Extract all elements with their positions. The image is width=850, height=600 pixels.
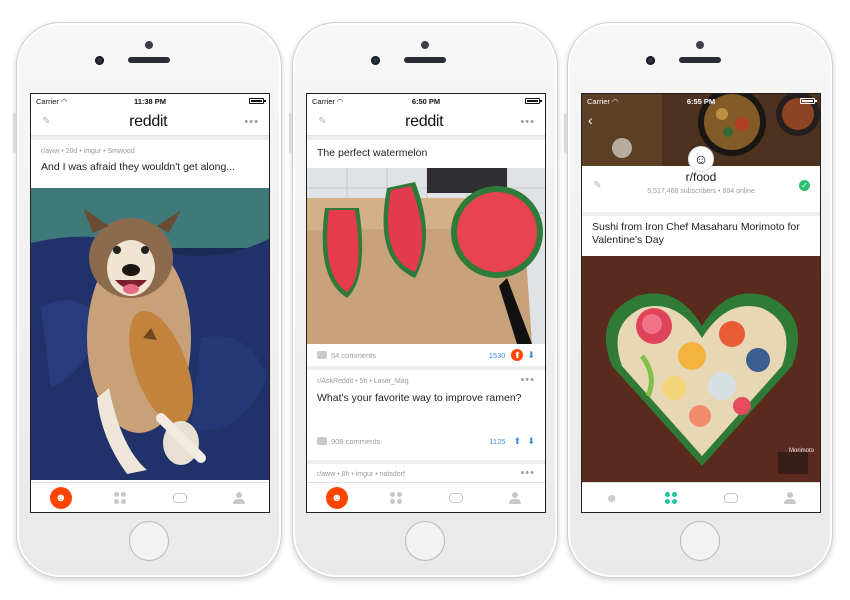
screen-2: Carrier ◠ 6:50 PM ✎ reddit ••• The perfec…	[306, 93, 546, 513]
tab-bar: ☻	[582, 482, 820, 512]
upvote-icon[interactable]: ⬆	[511, 435, 523, 447]
status-bar: Carrier ◠ 6:55 PM	[582, 94, 820, 108]
front-camera	[646, 56, 655, 65]
wifi-icon: ◠	[60, 96, 68, 106]
carrier-label: Carrier	[36, 96, 59, 106]
comment-count[interactable]: 54 comments	[331, 351, 376, 360]
front-camera	[95, 56, 104, 65]
post-title[interactable]: And I was afraid they wouldn't get along…	[31, 155, 269, 174]
downvote-icon[interactable]: ⬇	[527, 350, 535, 361]
status-bar: Carrier ◠ 6:50 PM	[307, 94, 545, 108]
post-actions: 908 comments 1125 ⬆ ⬇	[307, 430, 545, 452]
post-card[interactable]: The perfect watermelon 54 comments 1530 …	[307, 140, 545, 366]
phone-frame-3: Carrier ◠ 6:55 PM ‹ ✎ r/food 5,517,468 su…	[564, 22, 833, 578]
status-bar: Carrier ◠ 11:38 PM	[31, 94, 269, 108]
reddit-home-icon[interactable]: ☻	[49, 486, 72, 509]
vote-score: 1125	[489, 436, 506, 446]
wifi-icon: ◠	[336, 96, 344, 106]
pencil-icon[interactable]: ✎	[317, 116, 328, 127]
status-time: 6:55 PM	[686, 96, 716, 106]
screen-1: Carrier ◠ 11:38 PM ✎ reddit ••• r/aww • 2…	[30, 93, 270, 513]
comment-count[interactable]: 908 comments	[331, 437, 380, 446]
home-button[interactable]	[680, 521, 720, 561]
subscribed-check-icon[interactable]: ✓	[799, 180, 810, 191]
phone-speaker	[128, 57, 170, 63]
phone-frame-1: Carrier ◠ 11:38 PM ✎ reddit ••• r/aww • 2…	[13, 22, 282, 578]
comment-icon[interactable]	[317, 351, 327, 359]
more-dots-icon[interactable]: •••	[520, 116, 535, 128]
reddit-logo: reddit	[405, 112, 444, 130]
battery-icon	[249, 98, 266, 104]
phone-speaker	[679, 57, 721, 63]
snoo-avatar-icon: ☺	[688, 146, 714, 172]
pencil-icon[interactable]: ✎	[41, 116, 52, 127]
battery-icon	[800, 98, 817, 104]
vote-score: 1530	[488, 350, 506, 360]
post-meta: r/aww • 8h • imgur • natsdorf	[317, 471, 405, 478]
phone-camera	[696, 41, 704, 49]
nav-bar: ✎ reddit •••	[31, 108, 269, 136]
post-meta: r/aww • 20d • imgur • Smwood	[41, 148, 135, 155]
post-image-sushi-heart[interactable]: Morimoto	[582, 256, 820, 484]
more-dots-icon[interactable]: •••	[244, 116, 259, 128]
front-camera	[371, 56, 380, 65]
post-meta: r/AskReddit • 5h • Laser_Mag	[317, 378, 409, 385]
status-time: 11:38 PM	[133, 96, 167, 106]
home-button[interactable]	[129, 521, 169, 561]
post-title[interactable]: The perfect watermelon	[307, 140, 545, 160]
status-time: 6:50 PM	[411, 96, 441, 106]
profile-icon[interactable]	[779, 487, 801, 509]
post-image-watermelon[interactable]	[307, 168, 545, 344]
post-card[interactable]: r/aww • 20d • imgur • Smwood And I was a…	[31, 140, 269, 512]
home-button[interactable]	[405, 521, 445, 561]
post-image-dog-and-cat[interactable]	[31, 188, 269, 480]
post-title[interactable]: What's your favorite way to improve rame…	[307, 385, 545, 405]
phone-camera	[145, 41, 153, 49]
subreddit-name: r/food	[685, 170, 717, 184]
upvote-icon[interactable]: ⬆	[511, 349, 524, 361]
screen-3: Carrier ◠ 6:55 PM ‹ ✎ r/food 5,517,468 su…	[581, 93, 821, 513]
carrier-label: Carrier	[587, 96, 610, 106]
explore-grid-icon[interactable]	[385, 487, 407, 509]
reddit-logo: reddit	[129, 112, 168, 130]
reddit-home-icon[interactable]: ☻	[601, 487, 623, 509]
tab-bar: ☻	[307, 482, 545, 512]
phone-speaker	[404, 57, 446, 63]
post-title[interactable]: Sushi from Iron Chef Masaharu Morimoto f…	[582, 216, 820, 247]
downvote-icon[interactable]: ⬇	[527, 436, 535, 447]
profile-icon[interactable]	[228, 487, 250, 509]
explore-grid-icon[interactable]	[109, 487, 131, 509]
subreddit-stats: 5,517,468 subscribers • 884 online	[647, 188, 755, 195]
inbox-chat-icon[interactable]	[169, 487, 191, 509]
more-dots-icon[interactable]: •••	[520, 467, 535, 479]
image-watermark: Morimoto	[788, 448, 814, 454]
more-dots-icon[interactable]: •••	[520, 374, 535, 386]
tab-bar: ☻	[31, 482, 269, 512]
wifi-icon: ◠	[611, 96, 619, 106]
explore-grid-icon[interactable]	[660, 487, 682, 509]
profile-icon[interactable]	[504, 487, 526, 509]
battery-icon	[525, 98, 542, 104]
phone-frame-2: Carrier ◠ 6:50 PM ✎ reddit ••• The perfec…	[289, 22, 558, 578]
back-chevron-icon[interactable]: ‹	[588, 112, 593, 128]
carrier-label: Carrier	[312, 96, 335, 106]
inbox-chat-icon[interactable]	[445, 487, 467, 509]
post-actions: 54 comments 1530 ⬆ ⬇	[307, 344, 545, 366]
phone-camera	[421, 41, 429, 49]
nav-bar: ✎ reddit •••	[307, 108, 545, 136]
post-card[interactable]: r/AskReddit • 5h • Laser_Mag ••• What's …	[307, 370, 545, 460]
reddit-home-icon[interactable]: ☻	[325, 486, 348, 509]
subreddit-info-card: ✎ r/food 5,517,468 subscribers • 884 onl…	[582, 166, 820, 212]
comment-icon[interactable]	[317, 437, 327, 445]
post-card[interactable]: Sushi from Iron Chef Masaharu Morimoto f…	[582, 216, 820, 512]
inbox-chat-icon[interactable]	[720, 487, 742, 509]
